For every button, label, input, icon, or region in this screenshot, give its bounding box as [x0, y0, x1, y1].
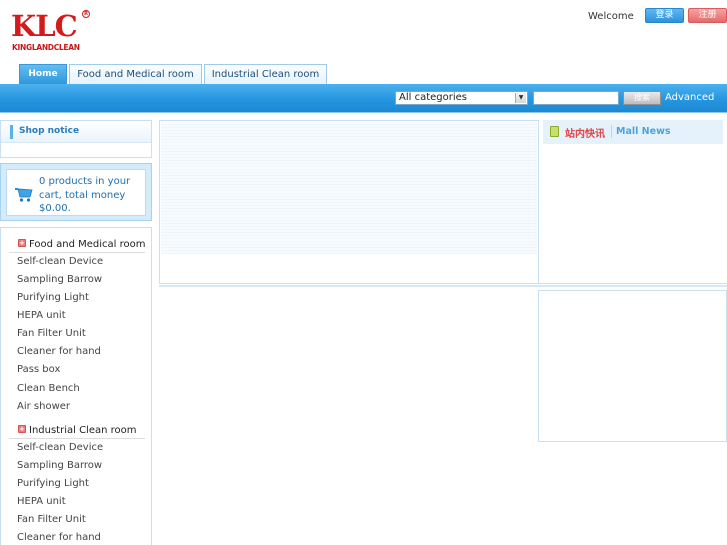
category-group-food-and-medical-room[interactable]: + Food and Medical room — [9, 236, 146, 253]
shop-notice-panel: Shop notice — [0, 120, 152, 158]
category-item[interactable]: Purifying Light — [17, 292, 89, 303]
category-item[interactable]: Cleaner for hand — [17, 346, 101, 357]
note-icon — [550, 126, 559, 137]
category-item[interactable]: HEPA unit — [17, 310, 66, 321]
banner-panel — [159, 120, 539, 284]
welcome-text: Welcome — [588, 11, 634, 22]
category-item[interactable]: Purifying Light — [17, 478, 89, 489]
tab-industrial-clean-room[interactable]: Industrial Clean room — [204, 64, 327, 84]
category-item[interactable]: Self-clean Device — [17, 256, 103, 267]
category-item[interactable]: Air shower — [17, 401, 70, 412]
category-panel: + Food and Medical room Self-clean Devic… — [0, 227, 152, 545]
category-item[interactable]: Clean Bench — [17, 383, 80, 394]
category-item[interactable]: Fan Filter Unit — [17, 328, 86, 339]
category-group-label: Industrial Clean room — [29, 425, 137, 436]
cart-panel: 0 products in your cart, total money $0.… — [0, 163, 152, 221]
cart-summary[interactable]: 0 products in your cart, total money $0.… — [6, 169, 146, 216]
search-input[interactable] — [533, 91, 619, 105]
cart-summary-text: 0 products in your cart, total money $0.… — [39, 176, 131, 214]
mall-news-title-cn[interactable]: 站内快讯 — [565, 125, 605, 140]
category-select-value: All categories — [399, 92, 467, 103]
divider — [611, 125, 612, 138]
mall-news-list — [543, 144, 723, 282]
register-button[interactable]: 注册 — [688, 8, 727, 23]
shop-notice-header: Shop notice — [1, 121, 151, 143]
side-panel — [538, 290, 727, 442]
plus-icon[interactable]: + — [18, 239, 26, 247]
category-item[interactable]: Cleaner for hand — [17, 532, 101, 543]
category-item[interactable]: Self-clean Device — [17, 442, 103, 453]
shop-notice-title: Shop notice — [19, 126, 80, 136]
category-item[interactable]: Sampling Barrow — [17, 460, 102, 471]
category-item[interactable]: Pass box — [17, 364, 60, 375]
logo-subtext: KINGLANDCLEAN — [12, 43, 80, 52]
header-accent-bar — [10, 125, 13, 139]
cart-icon — [15, 188, 33, 202]
category-item[interactable]: HEPA unit — [17, 496, 66, 507]
banner-placeholder — [161, 122, 537, 254]
logo-text: KLC — [11, 9, 78, 43]
category-group-label: Food and Medical room — [29, 239, 146, 250]
category-group-industrial-clean-room[interactable]: + Industrial Clean room — [9, 422, 145, 439]
divider — [159, 285, 727, 287]
tab-food-and-medical-room[interactable]: Food and Medical room — [69, 64, 202, 84]
mall-news-title-en[interactable]: Mall News — [616, 126, 671, 137]
search-button[interactable]: 搜索 — [623, 91, 661, 105]
logo[interactable]: KLC R KINGLANDCLEAN — [11, 10, 91, 55]
registered-mark-icon: R — [82, 10, 90, 18]
login-button[interactable]: 登录 — [645, 8, 684, 23]
plus-icon[interactable]: + — [18, 425, 26, 433]
chevron-down-icon[interactable]: ▼ — [515, 93, 526, 103]
mall-news-panel: 站内快讯 Mall News — [538, 120, 727, 284]
advanced-search-link[interactable]: Advanced — [665, 92, 714, 103]
category-item[interactable]: Sampling Barrow — [17, 274, 102, 285]
category-select[interactable]: All categories ▼ — [395, 91, 528, 105]
search-bar: All categories ▼ 搜索 Advanced — [0, 84, 727, 113]
category-item[interactable]: Fan Filter Unit — [17, 514, 86, 525]
tab-home[interactable]: Home — [19, 64, 67, 84]
